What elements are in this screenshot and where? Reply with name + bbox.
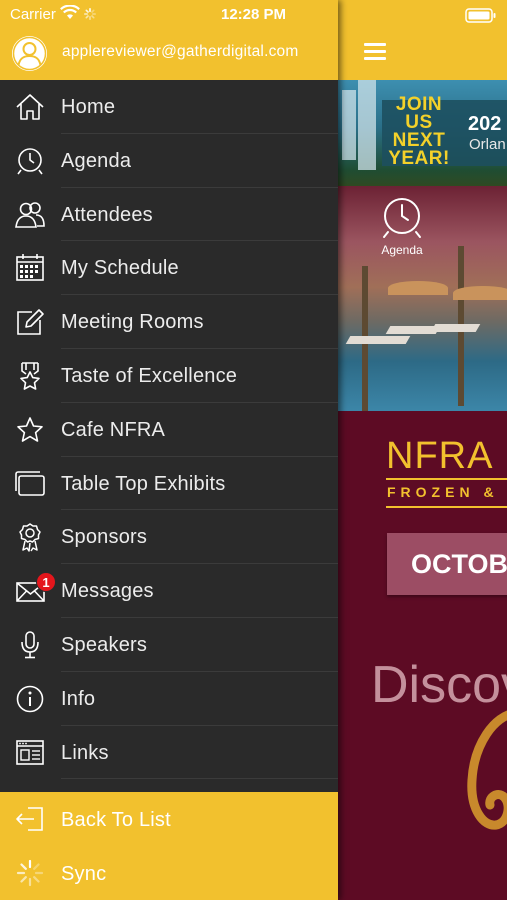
menu-item-label: Speakers	[61, 633, 148, 656]
ribbon-icon	[14, 522, 46, 553]
menu-item-messages[interactable]: 1 Messages	[0, 564, 338, 618]
avatar[interactable]	[12, 36, 47, 71]
menu-item-my-schedule[interactable]: My Schedule	[0, 241, 338, 296]
event-date-button[interactable]: OCTOB	[387, 533, 507, 595]
microphone-icon	[14, 630, 46, 660]
agenda-tile[interactable]: Agenda	[374, 196, 430, 257]
back-to-list-button[interactable]: Back To List	[0, 792, 338, 846]
hero-image: Agenda A	[338, 186, 507, 411]
menu-item-label: Info	[61, 687, 96, 710]
status-time: 12:28 PM	[221, 6, 287, 23]
menu-item-label: Meeting Rooms	[61, 311, 204, 334]
clock-icon	[380, 196, 424, 240]
clock-icon	[14, 146, 46, 176]
home-icon	[14, 92, 46, 122]
award-star-icon	[14, 361, 46, 391]
banner-city: Orlan	[469, 136, 506, 153]
drawer-footer: Back To List Sync	[0, 792, 338, 900]
menu-item-label: Attendees	[61, 203, 153, 226]
second-tile[interactable]: A	[492, 196, 507, 257]
title-divider	[386, 478, 507, 480]
menu-item-attendees[interactable]: Attendees	[0, 188, 338, 242]
carrier-label: Carrier	[10, 6, 56, 23]
subtitle-divider	[386, 506, 507, 508]
sync-icon	[14, 858, 46, 888]
menu-item-table-top-exhibits[interactable]: Table Top Exhibits	[0, 457, 338, 511]
script-letter-graphic	[464, 705, 507, 835]
side-drawer: Carrier 12:28 PM applereviewer@gatherdig…	[0, 0, 338, 900]
menu-item-speakers[interactable]: Speakers	[0, 618, 338, 672]
menu-item-label: Table Top Exhibits	[61, 472, 226, 495]
window-icon	[14, 469, 46, 499]
calendar-icon	[14, 253, 46, 283]
menu-item-links[interactable]: Links	[0, 726, 338, 780]
sync-button[interactable]: Sync	[0, 846, 338, 900]
info-icon	[14, 684, 46, 714]
menu-item-home[interactable]: Home	[0, 80, 338, 134]
agenda-tile-label: Agenda	[381, 243, 423, 257]
menu-item-cafe-nfra[interactable]: Cafe NFRA	[0, 403, 338, 457]
event-title: NFRA	[386, 435, 494, 477]
menu-item-label: Cafe NFRA	[61, 418, 166, 441]
menu-item-label: Taste of Excellence	[61, 364, 238, 387]
people-icon	[14, 200, 46, 230]
hamburger-menu-icon[interactable]	[364, 43, 386, 61]
status-bar: Carrier 12:28 PM	[0, 0, 338, 28]
menu-item-label: Agenda	[61, 149, 132, 172]
sync-label: Sync	[61, 863, 107, 885]
event-subtitle: FROZEN &	[387, 484, 499, 500]
back-to-list-icon	[14, 804, 46, 834]
menu-item-label: Messages	[61, 580, 154, 603]
menu-item-label: My Schedule	[61, 257, 179, 280]
user-email: applereviewer@gatherdigital.com	[62, 43, 299, 60]
menu-item-info[interactable]: Info	[0, 672, 338, 726]
menu-item-taste-of-excellence[interactable]: Taste of Excellence	[0, 349, 338, 403]
join-us-text: JOIN US NEXT YEAR!	[388, 94, 450, 169]
drawer-menu: Home Agenda Attendees My Schedule Meetin…	[0, 80, 338, 780]
star-icon	[14, 415, 46, 445]
menu-item-meeting-rooms[interactable]: Meeting Rooms	[0, 295, 338, 349]
menu-item-label: Links	[61, 741, 109, 764]
battery-icon	[465, 8, 497, 24]
main-top-bar	[338, 0, 507, 80]
menu-item-label: Home	[61, 96, 116, 118]
activity-spinner-icon	[84, 8, 96, 20]
menu-item-sponsors[interactable]: Sponsors	[0, 510, 338, 565]
menu-item-label: Sponsors	[61, 526, 148, 549]
links-icon	[14, 738, 46, 768]
user-avatar-icon	[12, 36, 47, 71]
main-screen: JOIN US NEXT YEAR! 202 Orlan Agenda NFRA…	[338, 0, 507, 900]
wifi-icon	[60, 5, 80, 21]
second-tile-label: A	[492, 243, 507, 257]
back-to-list-label: Back To List	[61, 809, 171, 831]
banner-year: 202	[468, 113, 502, 135]
unread-badge: 1	[36, 572, 56, 593]
menu-item-agenda[interactable]: Agenda	[0, 134, 338, 188]
edit-icon	[14, 307, 46, 337]
drawer-header: Carrier 12:28 PM applereviewer@gatherdig…	[0, 0, 338, 80]
join-us-banner[interactable]: JOIN US NEXT YEAR! 202 Orlan	[338, 80, 507, 186]
